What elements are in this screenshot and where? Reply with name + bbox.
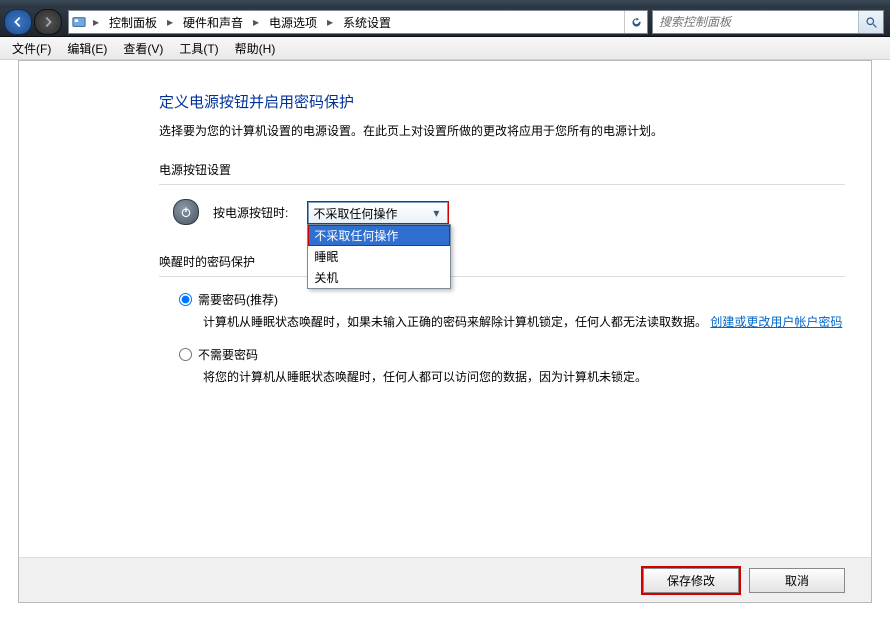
search-input[interactable]: [653, 15, 858, 29]
power-icon: [173, 199, 199, 225]
radio-no-password[interactable]: 不需要密码: [179, 346, 845, 363]
radio-need-password-input[interactable]: [179, 293, 192, 306]
combo-option[interactable]: 不采取任何操作: [308, 225, 450, 246]
menu-help[interactable]: 帮助(H): [227, 38, 284, 59]
titlebar: [0, 0, 890, 8]
refresh-icon: [630, 16, 643, 29]
power-action-dropdown: 不采取任何操作 睡眠 关机: [307, 224, 451, 289]
radio-no-password-label: 不需要密码: [198, 346, 258, 363]
radio-need-password-desc: 计算机从睡眠状态唤醒时，如果未输入正确的密码来解除计算机锁定，任何人都无法读取数…: [203, 312, 845, 332]
combo-selected-value: 不采取任何操作: [313, 205, 397, 222]
search-box[interactable]: [652, 10, 884, 34]
cancel-button[interactable]: 取消: [749, 568, 845, 593]
save-button[interactable]: 保存修改: [643, 568, 739, 593]
breadcrumb-item[interactable]: 系统设置: [337, 11, 397, 33]
page-description: 选择要为您的计算机设置的电源设置。在此页上对设置所做的更改将应用于您所有的电源计…: [159, 122, 845, 139]
breadcrumb-item[interactable]: 电源选项: [263, 11, 323, 33]
chevron-right-icon: ▸: [89, 15, 103, 29]
address-bar[interactable]: ▸ 控制面板 ▸ 硬件和声音 ▸ 电源选项 ▸ 系统设置: [68, 10, 648, 34]
chevron-right-icon: ▸: [163, 15, 177, 29]
radio-no-password-input[interactable]: [179, 348, 192, 361]
content-panel: 定义电源按钮并启用密码保护 选择要为您的计算机设置的电源设置。在此页上对设置所做…: [18, 60, 872, 603]
breadcrumb-item[interactable]: 硬件和声音: [177, 11, 249, 33]
power-button-label: 按电源按钮时:: [213, 204, 288, 221]
search-button[interactable]: [858, 11, 883, 33]
control-panel-icon: [69, 15, 89, 29]
menu-tools[interactable]: 工具(T): [171, 38, 226, 59]
radio-no-password-desc: 将您的计算机从睡眠状态唤醒时，任何人都可以访问您的数据，因为计算机未锁定。: [203, 367, 845, 387]
menu-file[interactable]: 文件(F): [4, 38, 59, 59]
power-action-combo[interactable]: 不采取任何操作 ▾ 不采取任何操作 睡眠 关机: [308, 202, 448, 223]
radio-need-password[interactable]: 需要密码(推荐): [179, 291, 845, 308]
navbar: ▸ 控制面板 ▸ 硬件和声音 ▸ 电源选项 ▸ 系统设置: [0, 8, 890, 37]
chevron-down-icon: ▾: [429, 206, 443, 220]
power-button-row: 按电源按钮时: 不采取任何操作 ▾ 不采取任何操作 睡眠 关机: [173, 199, 845, 225]
arrow-right-icon: [41, 15, 55, 29]
divider: [159, 276, 845, 277]
page-title: 定义电源按钮并启用密码保护: [159, 91, 845, 112]
combo-option[interactable]: 睡眠: [308, 246, 450, 267]
window: ▸ 控制面板 ▸ 硬件和声音 ▸ 电源选项 ▸ 系统设置 文件(F) 编辑(E)…: [0, 0, 890, 617]
refresh-button[interactable]: [624, 11, 647, 33]
nav-back-button[interactable]: [4, 9, 32, 35]
section-power-title: 电源按钮设置: [159, 161, 845, 178]
menu-edit[interactable]: 编辑(E): [59, 38, 115, 59]
radio-need-password-label: 需要密码(推荐): [198, 291, 278, 308]
footer: 保存修改 取消: [19, 557, 871, 602]
arrow-left-icon: [11, 15, 25, 29]
combo-option[interactable]: 关机: [308, 267, 450, 288]
create-change-password-link[interactable]: 创建或更改用户帐户密码: [710, 315, 842, 329]
breadcrumb-item[interactable]: 控制面板: [103, 11, 163, 33]
nav-forward-button: [34, 9, 62, 35]
menu-view[interactable]: 查看(V): [115, 38, 171, 59]
menubar: 文件(F) 编辑(E) 查看(V) 工具(T) 帮助(H): [0, 37, 890, 60]
chevron-right-icon: ▸: [323, 15, 337, 29]
chevron-right-icon: ▸: [249, 15, 263, 29]
search-icon: [865, 16, 878, 29]
divider: [159, 184, 845, 185]
section-wake-title: 唤醒时的密码保护: [159, 253, 845, 270]
